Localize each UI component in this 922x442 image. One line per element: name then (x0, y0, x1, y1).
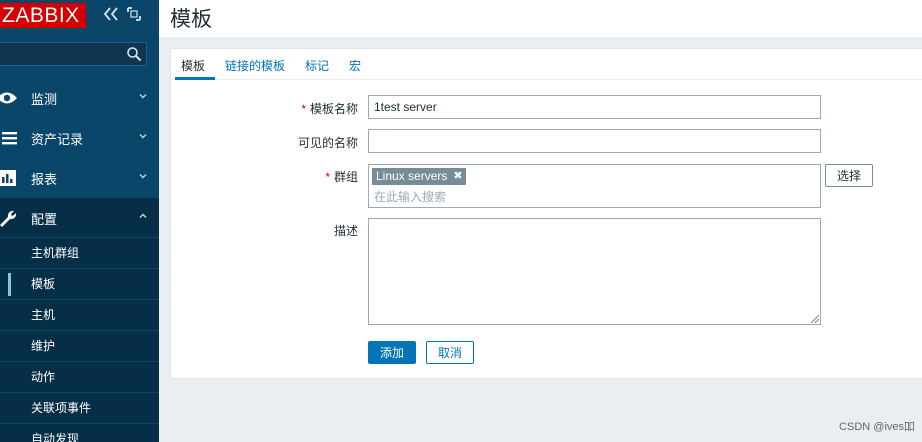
group-tag: Linux servers ✖ (372, 168, 466, 185)
menu-label: 配置 (31, 211, 58, 227)
submenu-item-hosts[interactable]: 主机 (0, 299, 159, 330)
double-chevron-left-icon (103, 7, 118, 21)
groups-search-placeholder[interactable]: 在此输入搜索 (374, 188, 446, 205)
select-groups-button[interactable]: 选择 (825, 164, 873, 187)
submenu-item-actions[interactable]: 动作 (0, 361, 159, 392)
page-header (159, 0, 922, 37)
chevron-up-icon (139, 213, 147, 218)
description-label: 描述 (333, 224, 358, 238)
chevron-down-icon (139, 134, 147, 139)
add-button[interactable]: 添加 (368, 341, 416, 364)
chevron-down-icon (139, 94, 147, 99)
kiosk-mode-button[interactable] (127, 7, 141, 24)
eye-icon (0, 78, 22, 118)
visible-name-label: 可见的名称 (297, 136, 358, 150)
required-mark: * (325, 170, 330, 184)
menu-item-reports[interactable]: 报表 (0, 158, 159, 198)
active-tab-indicator (175, 77, 215, 80)
tab-template[interactable]: 模板 (181, 57, 205, 74)
tab-tags[interactable]: 标记 (305, 57, 329, 74)
template-name-label: * 模板名称 (301, 102, 358, 116)
submenu-item-event-correlation[interactable]: 关联项事件 (0, 392, 159, 423)
menu-item-configuration[interactable]: 配置 (0, 198, 159, 238)
search-icon[interactable] (126, 46, 142, 62)
sidebar: ZABBIX 监测 资产记录 报表 配置 主机群组 模板 主机 维护 动作 关联… (0, 0, 159, 442)
menu-label: 监测 (31, 91, 58, 107)
submenu-item-maintenance[interactable]: 维护 (0, 330, 159, 361)
close-icon[interactable]: ✖ (453, 168, 462, 185)
menu-label: 报表 (31, 171, 58, 187)
menu-item-inventory[interactable]: 资产记录 (0, 118, 159, 158)
chevron-down-icon (139, 174, 147, 179)
group-tag-label: Linux servers (376, 169, 448, 183)
groups-multiselect[interactable]: Linux servers ✖ 在此输入搜索 (368, 164, 821, 208)
submenu-item-discovery[interactable]: 自动发现 (0, 423, 159, 442)
template-name-input[interactable]: 1test server (368, 95, 821, 119)
menu-label: 资产记录 (31, 131, 84, 147)
groups-label: * 群组 (325, 170, 358, 184)
description-textarea[interactable] (368, 218, 821, 325)
list-icon (0, 118, 22, 158)
collapse-sidebar-button[interactable] (103, 7, 119, 24)
submenu-item-host-groups[interactable]: 主机群组 (0, 237, 159, 268)
resize-handle-icon[interactable] (811, 315, 819, 323)
kiosk-mode-icon (127, 7, 141, 21)
tab-linked-templates[interactable]: 链接的模板 (225, 57, 285, 74)
submenu-item-templates[interactable]: 模板 (0, 268, 159, 299)
sidebar-search-input[interactable] (0, 42, 147, 66)
menu-item-monitoring[interactable]: 监测 (0, 78, 159, 118)
template-form-panel: 模板 链接的模板 标记 宏 * 模板名称 1test server 可见的名称 *… (170, 48, 922, 379)
visible-name-input[interactable] (368, 129, 821, 153)
zabbix-logo[interactable]: ZABBIX (0, 3, 86, 28)
watermark: CSDN @ives吅 (839, 421, 915, 433)
configuration-submenu: 主机群组 模板 主机 维护 动作 关联项事件 自动发现 (0, 237, 159, 442)
cancel-button[interactable]: 取消 (426, 341, 474, 364)
wrench-icon (0, 198, 22, 238)
required-mark: * (301, 102, 306, 116)
tab-macros[interactable]: 宏 (349, 57, 361, 74)
bar-chart-icon (0, 158, 22, 198)
tab-bar: 模板 链接的模板 标记 宏 (171, 49, 922, 80)
page-title: 模板 (170, 8, 212, 31)
